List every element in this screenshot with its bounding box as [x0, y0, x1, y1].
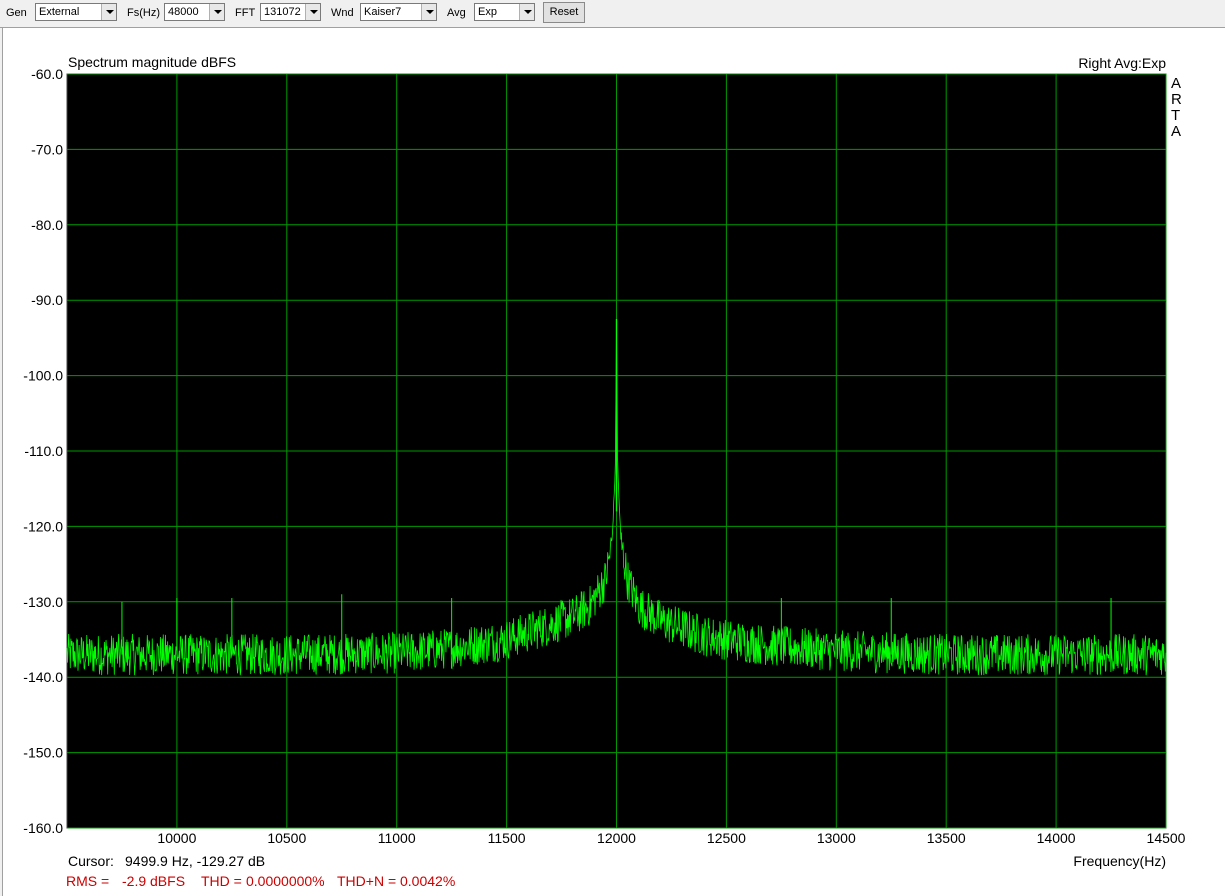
y-tick-label: -100.0 [23, 368, 63, 384]
y-tick-label: -60.0 [31, 66, 63, 82]
x-tick-label: 12500 [707, 830, 746, 846]
x-tick-label: 13000 [817, 830, 856, 846]
watermark-letter: T [1171, 107, 1180, 124]
rms-label: RMS = [66, 873, 109, 889]
cursor-label: Cursor: [68, 853, 114, 869]
y-tick-label: -110.0 [24, 443, 63, 459]
watermark-letter: R [1171, 91, 1182, 108]
spectrum-chart[interactable]: -60.0 -70.0 -80.0 -90.0 -100.0 -110.0 -120.0 -1… [0, 0, 1225, 896]
x-tick-label: 10500 [267, 830, 306, 846]
x-tick-labels: 10000 10500 11000 11500 12000 12500 13000 13500… [157, 830, 1185, 846]
watermark-letter: A [1171, 123, 1181, 140]
thd-label: THD = [201, 873, 242, 889]
watermark-letter: A [1171, 75, 1181, 92]
y-tick-label: -160.0 [23, 820, 63, 836]
x-tick-label: 11500 [488, 830, 526, 846]
thdn-label: THD+N = [337, 873, 396, 889]
x-tick-label: 14000 [1037, 830, 1076, 846]
y-tick-label: -80.0 [31, 217, 63, 233]
y-tick-label: -120.0 [23, 518, 63, 534]
stats-line: RMS = -2.9 dBFS THD = 0.0000000% THD+N =… [66, 873, 455, 889]
cursor-readout: 9499.9 Hz, -129.27 dB [125, 853, 265, 869]
rms-value: -2.9 dBFS [122, 873, 185, 889]
x-tick-label: 11000 [378, 830, 416, 846]
y-tick-label: -130.0 [23, 594, 63, 610]
thd-value: 0.0000000% [246, 873, 325, 889]
arta-watermark: A R T A [1171, 75, 1182, 140]
y-tick-label: -150.0 [23, 745, 63, 761]
y-tick-label: -70.0 [31, 141, 63, 157]
thdn-value: 0.0042% [400, 873, 455, 889]
y-tick-label: -140.0 [23, 669, 63, 685]
channel-label: Right Avg:Exp [1078, 55, 1166, 71]
y-tick-labels: -60.0 -70.0 -80.0 -90.0 -100.0 -110.0 -120.0 -1… [23, 66, 63, 836]
x-tick-label: 14500 [1147, 830, 1186, 846]
x-axis-label: Frequency(Hz) [1073, 853, 1166, 869]
chart-title: Spectrum magnitude dBFS [68, 54, 236, 70]
x-tick-label: 13500 [927, 830, 966, 846]
x-tick-label: 12000 [597, 830, 636, 846]
x-tick-label: 10000 [157, 830, 196, 846]
y-tick-label: -90.0 [31, 292, 63, 308]
